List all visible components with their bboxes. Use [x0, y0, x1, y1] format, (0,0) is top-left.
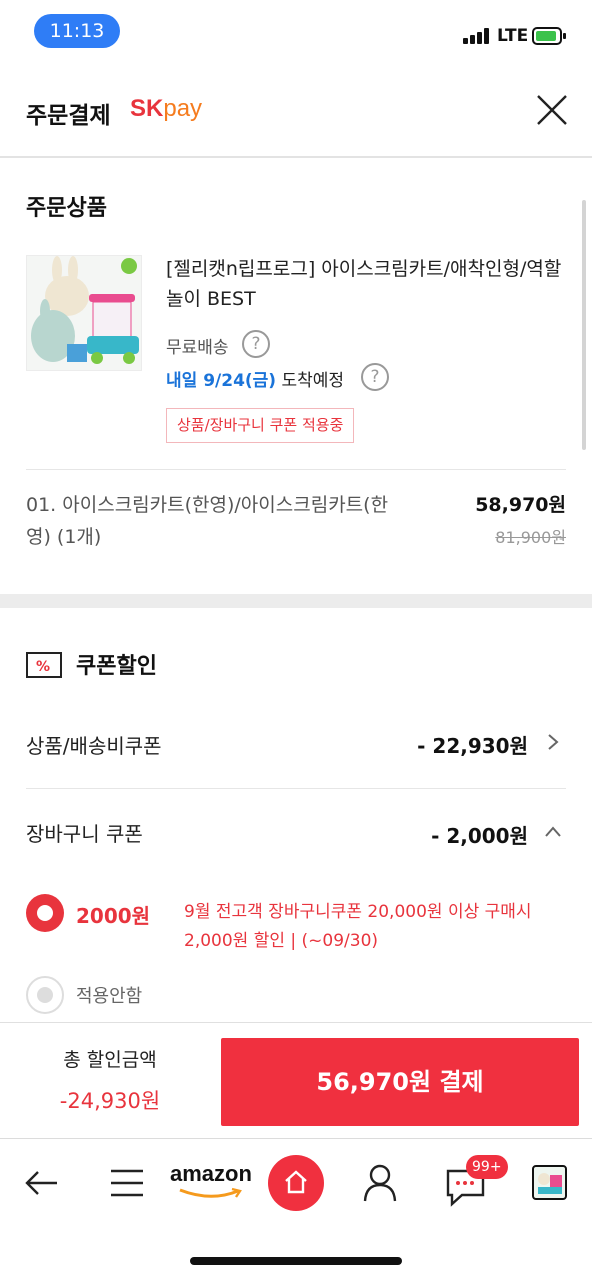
pay-button[interactable]: 56,970원 결제 [221, 1038, 579, 1126]
product-section-title: 주문상품 [26, 196, 107, 221]
skpay-logo: SKpay [130, 95, 203, 122]
shipping-label: 무료배송 [166, 338, 229, 358]
divider [26, 469, 566, 470]
chevron-right-icon[interactable] [543, 732, 563, 752]
total-discount-value: -24,930원 [59, 1089, 161, 1113]
coupon-radio-none[interactable] [26, 976, 64, 1014]
product-coupon-label[interactable]: 상품/배송비쿠폰 [26, 730, 162, 759]
coupon-section-title: 쿠폰할인 [76, 654, 157, 679]
coupon-option-desc: 9월 전고객 장바구니쿠폰 20,000원 이상 구매시 2,000원 할인 |… [184, 902, 532, 951]
page-title: 주문결제 [26, 103, 111, 129]
menu-icon[interactable] [110, 1163, 144, 1203]
total-discount-label: 총 할인금액 [63, 1049, 157, 1071]
close-icon[interactable] [534, 92, 570, 128]
product-price: 58,970원 [475, 494, 566, 516]
help-icon[interactable]: ? [242, 330, 270, 358]
cart-coupon-label[interactable]: 장바구니 쿠폰 [26, 818, 143, 847]
battery-icon [532, 27, 566, 45]
amazon-smile-icon [179, 1187, 242, 1198]
user-icon[interactable] [362, 1163, 398, 1203]
home-icon [285, 1170, 307, 1194]
divider [26, 788, 566, 789]
status-bar: 11:13 LTE [0, 0, 592, 62]
coupon-none-label: 적용안함 [76, 986, 143, 1007]
back-arrow-icon[interactable] [24, 1163, 60, 1203]
arrival-date: 내일 9/24(금) [166, 371, 277, 391]
amazon-logo[interactable]: amazon [170, 1161, 252, 1187]
arrival-suffix: 도착예정 [281, 371, 345, 391]
tab-thumbnail[interactable] [532, 1165, 567, 1200]
arrival-info: 내일 9/24(금) 도착예정 [166, 366, 344, 391]
help-icon[interactable]: ? [361, 363, 389, 391]
bottom-toolbar: amazon 99+ [0, 1138, 592, 1238]
product-option: 01. 아이스크림카트(한영)/아이스크림카트(한영) (1개) [26, 494, 389, 548]
payment-bar: 총 할인금액 -24,930원 56,970원 결제 [0, 1022, 592, 1138]
cart-coupon-amount: - 2,000원 [431, 824, 528, 848]
home-indicator [190, 1257, 402, 1265]
page-header: 주문결제 SKpay [0, 62, 592, 158]
section-gap [0, 594, 592, 608]
scrollbar[interactable] [582, 200, 586, 450]
coupon-radio-selected[interactable] [26, 894, 64, 932]
status-time: 11:13 [34, 14, 120, 48]
coupon-option-amount: 2000원 [76, 904, 151, 928]
signal-icon [463, 28, 491, 44]
coupon-applied-tag: 상품/장바구니 쿠폰 적용중 [166, 408, 355, 443]
home-button[interactable] [268, 1155, 324, 1211]
svg-text:%: % [36, 659, 50, 675]
chevron-up-icon[interactable] [543, 822, 563, 842]
coupon-percent-icon: % [26, 652, 62, 678]
network-label: LTE [497, 26, 529, 46]
product-thumbnail[interactable] [26, 255, 142, 371]
original-price: 81,900원 [495, 528, 566, 547]
product-name[interactable]: [젤리캣n립프로그] 아이스크림카트/애착인형/역할놀이 BEST [166, 254, 566, 314]
chat-badge: 99+ [466, 1155, 508, 1179]
product-coupon-amount: - 22,930원 [417, 734, 528, 758]
